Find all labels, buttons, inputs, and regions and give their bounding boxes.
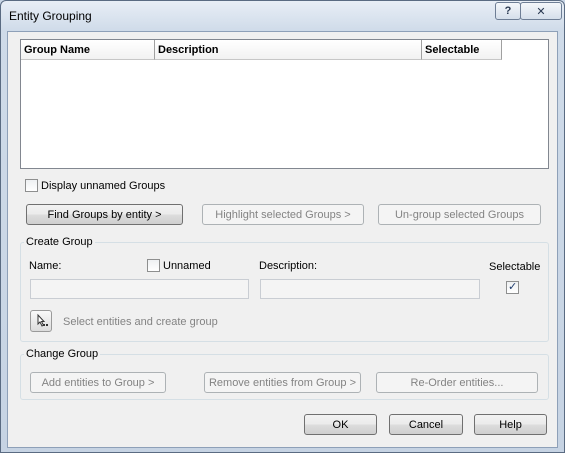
create-group-title: Create Group	[24, 236, 95, 248]
window-title: Entity Grouping	[9, 9, 92, 23]
selectable-checkbox[interactable]	[506, 280, 519, 294]
selectable-label: Selectable	[489, 261, 541, 273]
column-header-group-name[interactable]: Group Name	[21, 40, 155, 60]
column-header-selectable[interactable]: Selectable	[422, 40, 502, 60]
unnamed-label: Unnamed	[163, 260, 211, 272]
description-label: Description:	[259, 260, 318, 272]
dialog-window: Entity Grouping ? ✕ Group Name Descripti…	[0, 0, 565, 453]
cancel-button[interactable]: Cancel	[389, 414, 463, 435]
description-input[interactable]	[260, 279, 480, 299]
remove-entities-button[interactable]: Remove entities from Group >	[204, 372, 361, 393]
name-input[interactable]	[30, 279, 249, 299]
display-unnamed-checkbox[interactable]	[25, 179, 38, 192]
name-label: Name:	[29, 260, 62, 272]
list-header: Group Name Description Selectable	[21, 40, 502, 60]
help-button[interactable]: Help	[474, 414, 547, 435]
pick-entities-icon	[37, 313, 48, 327]
ungroup-button[interactable]: Un-group selected Groups	[378, 204, 541, 225]
find-groups-button[interactable]: Find Groups by entity >	[26, 204, 183, 225]
select-entities-button[interactable]	[30, 310, 52, 332]
title-bar[interactable]: Entity Grouping ? ✕	[1, 1, 564, 31]
column-header-description[interactable]: Description	[155, 40, 422, 60]
add-entities-button[interactable]: Add entities to Group >	[30, 372, 166, 393]
close-icon[interactable]: ✕	[520, 2, 562, 20]
reorder-entities-button[interactable]: Re-Order entities...	[376, 372, 538, 393]
ok-button[interactable]: OK	[304, 414, 377, 435]
dialog-body: Group Name Description Selectable Displa…	[7, 31, 558, 448]
display-unnamed-label: Display unnamed Groups	[41, 180, 166, 192]
unnamed-checkbox[interactable]	[147, 259, 160, 272]
highlight-groups-button[interactable]: Highlight selected Groups >	[202, 204, 364, 225]
change-group-title: Change Group	[24, 348, 101, 360]
help-icon[interactable]: ?	[495, 2, 521, 20]
groups-list[interactable]: Group Name Description Selectable	[20, 39, 549, 169]
select-entities-label: Select entities and create group	[63, 316, 218, 328]
